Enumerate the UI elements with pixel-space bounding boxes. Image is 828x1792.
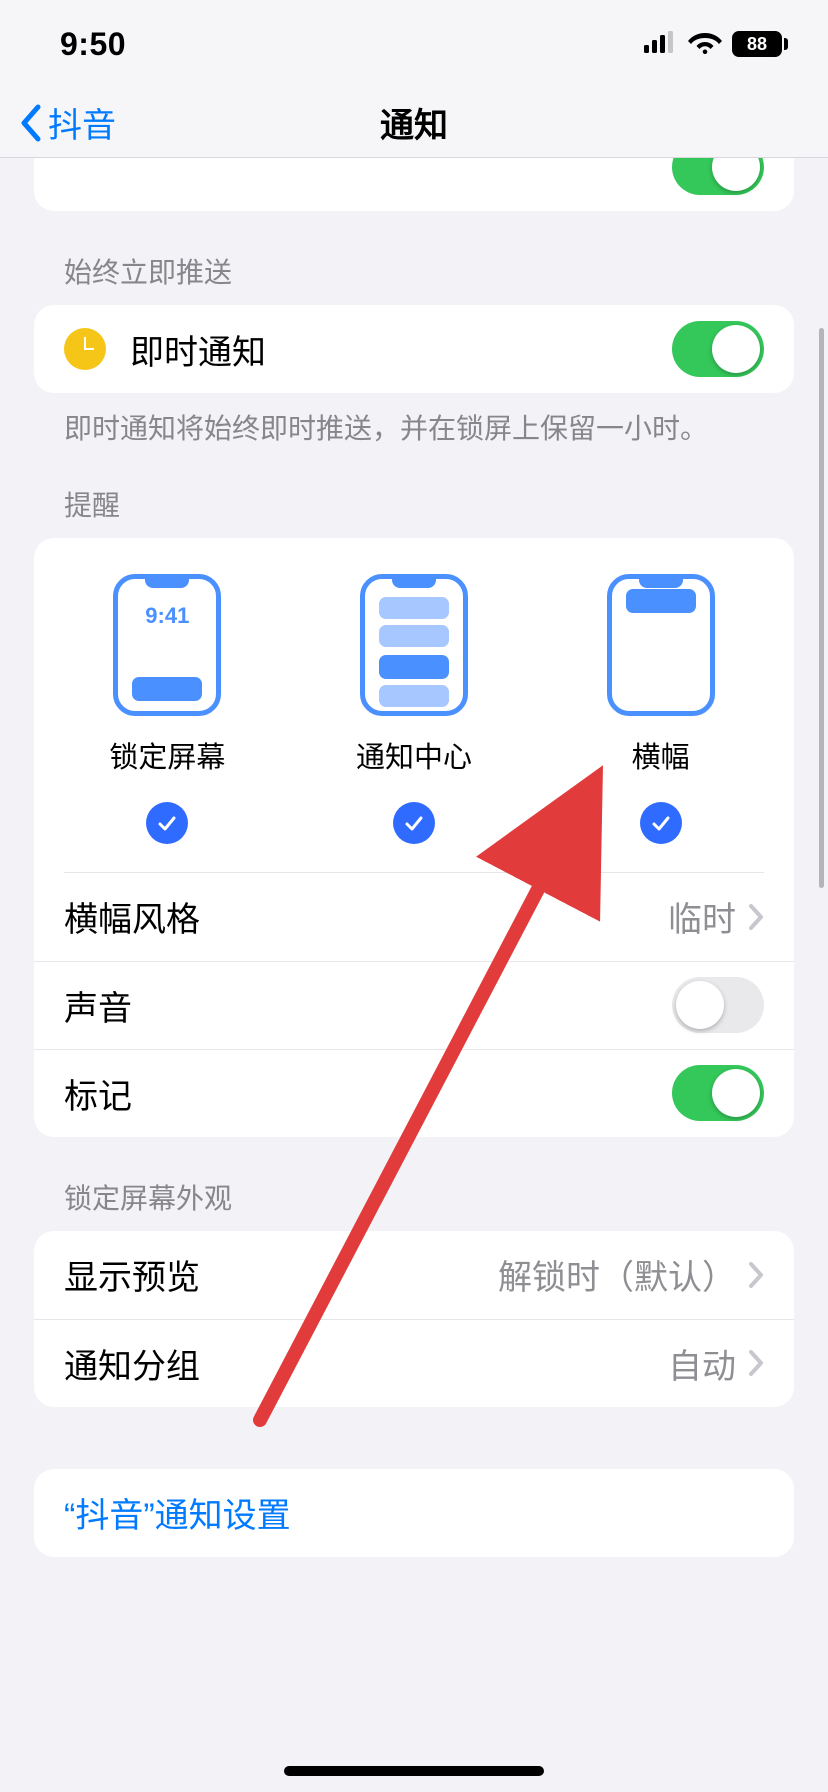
app-settings-card: “抖音”通知设置: [34, 1469, 794, 1557]
time-sensitive-label: 即时通知: [130, 325, 672, 374]
sounds-row[interactable]: 声音: [34, 961, 794, 1049]
badges-row[interactable]: 标记: [34, 1049, 794, 1137]
lockscreen-card: 显示预览 解锁时（默认） 通知分组 自动: [34, 1231, 794, 1407]
alert-center-option[interactable]: 通知中心: [292, 574, 536, 844]
back-label: 抖音: [48, 98, 116, 147]
notification-grouping-label: 通知分组: [64, 1339, 668, 1388]
page-title: 通知: [380, 98, 448, 147]
back-button[interactable]: 抖音: [18, 88, 116, 157]
clock-icon: [64, 328, 106, 370]
sounds-toggle[interactable]: [672, 977, 764, 1033]
battery-percent: 88: [747, 34, 767, 55]
alert-lockscreen-label: 锁定屏幕: [45, 734, 289, 776]
cellular-icon: [644, 31, 678, 58]
show-previews-row[interactable]: 显示预览 解锁时（默认）: [34, 1231, 794, 1319]
chevron-right-icon: [748, 903, 764, 931]
badges-toggle[interactable]: [672, 1065, 764, 1121]
home-indicator: [284, 1766, 544, 1776]
scrollbar[interactable]: [819, 328, 824, 888]
battery-icon: 88: [732, 31, 788, 57]
status-time: 9:50: [60, 26, 126, 63]
section-header-lockscreen: 锁定屏幕外观: [0, 1137, 828, 1231]
phone-center-icon: [360, 574, 468, 716]
alert-lockscreen-option[interactable]: 9:41 锁定屏幕: [45, 574, 289, 844]
alert-banner-option[interactable]: 横幅: [539, 574, 783, 844]
scroll-area[interactable]: 始终立即推送 即时通知 即时通知将始终即时推送，并在锁屏上保留一小时。 提醒 9…: [0, 158, 828, 1792]
alert-center-label: 通知中心: [292, 734, 536, 776]
nav-bar: 抖音 通知: [0, 88, 828, 158]
phone-lockscreen-icon: 9:41: [113, 574, 221, 716]
time-sensitive-toggle[interactable]: [672, 321, 764, 377]
phone-banner-icon: [607, 574, 715, 716]
status-icons: 88: [644, 30, 788, 59]
chevron-right-icon: [748, 1349, 764, 1377]
notification-grouping-value: 自动: [668, 1339, 736, 1388]
check-icon: [640, 802, 682, 844]
section-header-alerts: 提醒: [0, 450, 828, 538]
check-icon: [393, 802, 435, 844]
check-icon: [146, 802, 188, 844]
alerts-options: 9:41 锁定屏幕 通知中心: [34, 538, 794, 872]
alert-banner-label: 横幅: [539, 734, 783, 776]
banner-style-label: 横幅风格: [64, 892, 668, 941]
allow-notifications-toggle[interactable]: [672, 158, 764, 195]
banner-style-row[interactable]: 横幅风格 临时: [34, 873, 794, 961]
time-sensitive-row[interactable]: 即时通知: [34, 305, 794, 393]
show-previews-value: 解锁时（默认）: [498, 1250, 736, 1299]
allow-notifications-row[interactable]: [34, 158, 794, 211]
app-notification-settings-row[interactable]: “抖音”通知设置: [34, 1469, 794, 1557]
chevron-left-icon: [18, 104, 42, 142]
chevron-right-icon: [748, 1261, 764, 1289]
alerts-card: 9:41 锁定屏幕 通知中心: [34, 538, 794, 1137]
banner-style-value: 临时: [668, 892, 736, 941]
notification-grouping-row[interactable]: 通知分组 自动: [34, 1319, 794, 1407]
badges-label: 标记: [64, 1069, 672, 1118]
section-header-immediate: 始终立即推送: [0, 211, 828, 305]
sounds-label: 声音: [64, 981, 672, 1030]
wifi-icon: [688, 30, 722, 59]
section-footer-immediate: 即时通知将始终即时推送，并在锁屏上保留一小时。: [0, 393, 828, 450]
immediate-card: 即时通知: [34, 305, 794, 393]
app-notification-settings-label: “抖音”通知设置: [64, 1488, 764, 1537]
status-bar: 9:50 88: [0, 0, 828, 88]
show-previews-label: 显示预览: [64, 1250, 498, 1299]
